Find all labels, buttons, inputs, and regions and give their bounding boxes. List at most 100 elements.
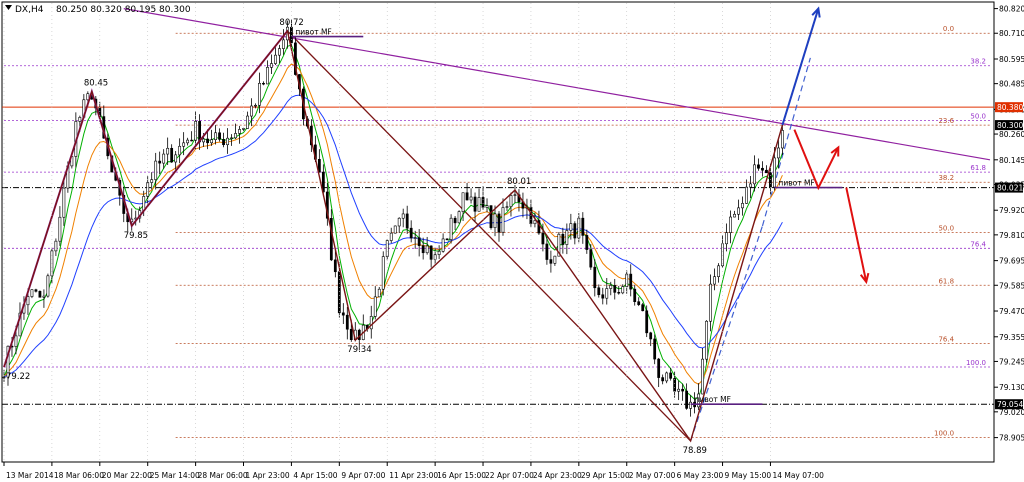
- candle-body: [493, 213, 497, 229]
- price-tick-label: 79.355: [999, 333, 1024, 342]
- candle-body: [345, 314, 349, 330]
- candle-body: [469, 196, 473, 201]
- candle-body: [645, 310, 649, 334]
- candle-body: [393, 225, 397, 234]
- candle-body: [749, 183, 752, 188]
- candle-body: [38, 291, 42, 298]
- candle-body: [465, 192, 469, 201]
- candle-body: [473, 196, 477, 212]
- candle-body: [741, 203, 744, 209]
- candle-body: [561, 233, 565, 245]
- candle-body: [226, 137, 229, 146]
- candle-body: [641, 304, 645, 312]
- candle-body: [649, 332, 653, 340]
- candle-body: [701, 358, 704, 395]
- candle-body: [234, 133, 237, 139]
- candle-body: [341, 312, 345, 316]
- candle-body: [677, 388, 681, 392]
- candle-body: [629, 273, 633, 290]
- fib-purple-label: 76.4: [970, 240, 986, 248]
- time-tick-label: 9 Apr 07:00: [341, 471, 385, 480]
- candle-body: [497, 213, 501, 233]
- swing-label: 79.85: [124, 231, 148, 241]
- fib-level-label: 38.2: [938, 174, 954, 182]
- time-tick-label: 2 May 07:00: [629, 471, 676, 480]
- candle-body: [605, 288, 609, 299]
- candle-body: [689, 401, 693, 409]
- candle-body: [409, 227, 413, 239]
- price-tag-label: 79.054: [997, 400, 1023, 409]
- time-tick-label: 6 May 23:00: [677, 471, 724, 480]
- time-tick-label: 16 Apr 15:00: [437, 471, 486, 480]
- candle-body: [765, 169, 768, 174]
- swing-label: 78.89: [683, 446, 707, 456]
- candle-body: [250, 105, 253, 117]
- candle-body: [254, 104, 257, 107]
- candle-body: [709, 283, 712, 322]
- candle-body: [657, 358, 661, 378]
- candle-body: [337, 271, 341, 314]
- fib-purple-label: 61.8: [970, 164, 986, 172]
- fib-level-label: 100.0: [934, 430, 954, 438]
- candle-body: [481, 197, 485, 208]
- candle-body: [637, 301, 641, 305]
- candle-body: [545, 243, 549, 260]
- candle-body: [553, 255, 557, 264]
- candle-body: [381, 256, 385, 290]
- candle-body: [461, 192, 465, 212]
- time-tick-label: 24 Apr 23:00: [533, 471, 582, 480]
- time-tick-label: 1 Apr 23:00: [246, 471, 290, 480]
- price-tick-label: 80.145: [999, 156, 1024, 165]
- candle-body: [54, 240, 58, 252]
- candle-body: [717, 265, 720, 277]
- candle-body: [166, 147, 170, 155]
- swing-label: 80.01: [507, 177, 531, 187]
- fib-level-label: 23.6: [938, 117, 954, 125]
- candle-body: [413, 237, 417, 239]
- candle-body: [258, 82, 261, 106]
- price-tick-label: 80.710: [999, 29, 1024, 38]
- candle-body: [266, 67, 269, 85]
- candle-body: [170, 147, 174, 163]
- candle-body: [713, 276, 716, 285]
- fib-level-label: 50.0: [938, 225, 954, 233]
- candle-body: [621, 286, 625, 294]
- swing-label: 79.34: [347, 345, 371, 355]
- candle-body: [457, 211, 461, 224]
- time-tick-label: 22 Apr 07:00: [485, 471, 534, 480]
- candle-body: [453, 217, 457, 224]
- candle-body: [397, 217, 401, 227]
- chart-symbol: DX,H4: [15, 5, 44, 15]
- time-tick-label: 9 May 15:00: [725, 471, 772, 480]
- price-tick-label: 79.585: [999, 281, 1024, 290]
- candle-body: [753, 164, 756, 185]
- candle-body: [565, 230, 569, 245]
- price-tick-label: 78.905: [999, 434, 1024, 443]
- candle-body: [270, 63, 273, 68]
- candle-body: [509, 195, 513, 207]
- time-tick-label: 4 Apr 15:00: [293, 471, 337, 480]
- price-chart[interactable]: 0.0 23.6 38.2 50.0 61.8 76.4 100.0 38.2 50.0 61.…: [0, 0, 1024, 482]
- candle-body: [581, 217, 585, 236]
- price-tick-label: 79.695: [999, 257, 1024, 266]
- fib-purple-label: 100.0: [966, 359, 986, 367]
- candle-body: [673, 378, 677, 392]
- candle-body: [653, 338, 657, 360]
- candle-body: [593, 266, 597, 289]
- candle-body: [501, 207, 505, 233]
- candle-body: [154, 160, 158, 180]
- price-tag-label: 80.300: [997, 121, 1023, 130]
- candle-body: [477, 197, 481, 212]
- candle-body: [178, 145, 182, 156]
- candle-body: [242, 128, 245, 130]
- candle-body: [202, 138, 205, 143]
- price-tick-label: 80.485: [999, 80, 1024, 89]
- candle-body: [230, 137, 233, 139]
- time-tick-label: 11 Apr 23:00: [389, 471, 438, 480]
- candle-body: [549, 259, 553, 264]
- candle-body: [42, 295, 46, 298]
- candle-body: [246, 115, 249, 129]
- price-tick-label: 79.920: [999, 206, 1024, 215]
- candle-body: [34, 289, 38, 292]
- candle-body: [206, 138, 209, 144]
